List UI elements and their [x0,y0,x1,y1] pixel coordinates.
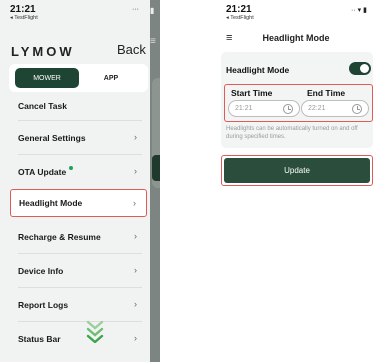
page-title: Headlight Mode [262,33,330,43]
menu-item-label: Status Bar [18,334,61,344]
status-bar: 21:21 ◂ TestFlight [10,5,38,22]
menu-item-status-bar[interactable]: Status Bar › [10,325,147,353]
status-time: 21:21 [10,4,36,15]
chevron-right-icon: › [134,231,137,241]
end-time-input[interactable]: 22:21 [301,100,369,117]
start-time-input[interactable]: 21:21 [228,100,300,117]
divider [18,321,142,322]
back-button[interactable]: Back [117,42,146,57]
menu-item-label: Recharge & Resume [18,232,101,242]
signal-icon: ··· [132,6,139,13]
start-time-label: Start Time [231,88,273,98]
scroll-down-chevrons-icon[interactable] [86,319,104,343]
menu-item-ota-update[interactable]: OTA Update › [10,158,147,186]
chevron-right-icon: › [134,132,137,142]
chevron-right-icon: › [134,166,137,176]
divider [18,120,142,121]
segmented-control: MOWER APP [9,64,148,92]
start-time-value: 21:21 [235,105,253,112]
menu-item-headlight-mode[interactable]: Headlight Mode › [10,189,147,217]
dimmed-update-button [152,155,160,181]
back-to-testflight[interactable]: ◂ TestFlight [226,15,254,22]
menu-item-device-info[interactable]: Device Info › [10,257,147,285]
update-button[interactable]: Update [224,158,370,183]
update-dot-icon [69,166,74,170]
menu-item-label: Report Logs [18,300,69,310]
side-drawer: 21:21 ◂ TestFlight ··· LYMOW Back MOWER … [0,0,150,362]
menu-item-label: OTA Update [18,167,67,177]
tab-app[interactable]: APP [79,68,143,88]
clock-icon [352,104,362,114]
clock-icon [283,104,293,114]
status-icons: ·· ▾ ▮ [351,7,367,14]
empty-area [221,190,372,362]
menu-item-label: Cancel Task [18,101,67,111]
battery-icon: ▮ [150,6,155,15]
right-phone-screen: 21:21 ◂ TestFlight ·· ▾ ▮ ≡ Headlight Mo… [218,0,374,362]
chevron-right-icon: › [134,299,137,309]
dimmed-underlay: ▮ ≡ [150,0,160,362]
chevron-right-icon: › [133,198,136,208]
brand-logo: LYMOW [11,44,75,59]
divider [18,287,142,288]
menu-item-general-settings[interactable]: General Settings › [10,124,147,152]
back-to-testflight[interactable]: ◂ TestFlight [10,15,38,22]
chevron-right-icon: › [134,265,137,275]
status-time: 21:21 [226,4,252,15]
tab-mower[interactable]: MOWER [15,68,79,88]
menu-item-report-logs[interactable]: Report Logs › [10,291,147,319]
divider [18,253,142,254]
menu-item-cancel-task[interactable]: Cancel Task [10,92,147,120]
toggle-knob [360,64,369,73]
update-highlight: Update [221,155,373,186]
headlight-settings-card: Headlight Mode Start Time End Time 21:21… [221,52,373,148]
menu-item-recharge-resume[interactable]: Recharge & Resume › [10,223,147,251]
end-time-label: End Time [307,88,346,98]
menu-item-label: Device Info [18,266,64,276]
card-title: Headlight Mode [226,65,290,75]
menu-item-label: General Settings [18,133,86,143]
time-range-group: Start Time End Time 21:21 22:21 [224,84,373,122]
chevron-right-icon: › [134,333,137,343]
left-phone-screen: ▮ ≡ 21:21 ◂ TestFlight ··· LYMOW Back MO… [0,0,160,362]
helper-text: Headlights can be automatically turned o… [226,126,358,141]
status-bar: 21:21 ◂ TestFlight [226,5,254,22]
divider [18,154,142,155]
menu-item-label: Headlight Mode [19,198,83,208]
headlight-toggle[interactable] [349,62,371,75]
menu-icon: ≡ [150,36,156,47]
end-time-value: 22:21 [308,105,326,112]
